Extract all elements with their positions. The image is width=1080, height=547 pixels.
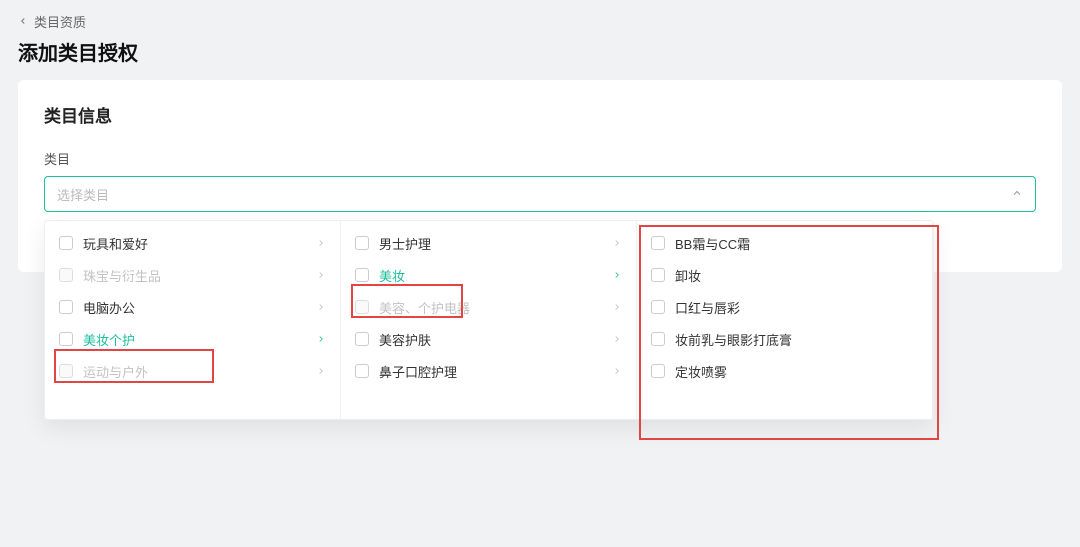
cascader-option-label: 玩具和爱好 — [83, 234, 306, 253]
cascader-option[interactable]: 口红与唇彩 — [637, 291, 932, 323]
cascader-option: 美容、个护电器 — [341, 291, 636, 323]
cascader-column-3: BB霜与CC霜卸妆口红与唇彩妆前乳与眼影打底膏定妆喷雾 — [637, 221, 933, 419]
cascader-option[interactable]: 鼻子口腔护理 — [341, 355, 636, 387]
category-select-input[interactable]: 选择类目 — [44, 176, 1036, 212]
cascader-option-label: 男士护理 — [379, 234, 602, 253]
chevron-up-icon — [1011, 187, 1023, 202]
checkbox-icon — [355, 364, 369, 378]
breadcrumb[interactable]: 类目资质 — [0, 0, 1080, 35]
cascader-option[interactable]: 玩具和爱好 — [45, 227, 340, 259]
chevron-right-icon — [316, 270, 326, 280]
chevron-right-icon — [316, 366, 326, 376]
cascader-option-label: 电脑办公 — [83, 298, 306, 317]
breadcrumb-parent: 类目资质 — [34, 12, 86, 31]
checkbox-icon — [651, 364, 665, 378]
chevron-right-icon — [316, 238, 326, 248]
cascader-option[interactable]: BB霜与CC霜 — [637, 227, 932, 259]
cascader-option-label: 卸妆 — [675, 266, 918, 285]
cascader-option[interactable]: 定妆喷雾 — [637, 355, 932, 387]
category-select-placeholder: 选择类目 — [57, 185, 109, 204]
cascader-option-label: 定妆喷雾 — [675, 362, 918, 381]
checkbox-icon — [59, 332, 73, 346]
cascader-option-label: 妆前乳与眼影打底膏 — [675, 330, 918, 349]
cascader-column-2: 男士护理美妆美容、个护电器美容护肤鼻子口腔护理 — [341, 221, 637, 419]
cascader-option-label: 美妆个护 — [83, 330, 306, 349]
checkbox-icon — [59, 268, 73, 282]
chevron-right-icon — [612, 270, 622, 280]
chevron-right-icon — [612, 366, 622, 376]
checkbox-icon — [59, 364, 73, 378]
checkbox-icon — [355, 300, 369, 314]
cascader-option-label: 美容、个护电器 — [379, 298, 602, 317]
cascader-option: 珠宝与衍生品 — [45, 259, 340, 291]
chevron-right-icon — [612, 238, 622, 248]
cascader-option[interactable]: 男士护理 — [341, 227, 636, 259]
cascader-option[interactable]: 妆前乳与眼影打底膏 — [637, 323, 932, 355]
checkbox-icon — [355, 332, 369, 346]
cascader-option[interactable]: 美妆个护 — [45, 323, 340, 355]
cascader-option-label: 口红与唇彩 — [675, 298, 918, 317]
checkbox-icon — [651, 332, 665, 346]
chevron-right-icon — [612, 302, 622, 312]
page-title: 添加类目授权 — [0, 35, 1080, 80]
chevron-right-icon — [316, 334, 326, 344]
category-cascader-dropdown: 玩具和爱好珠宝与衍生品电脑办公美妆个护运动与户外 男士护理美妆美容、个护电器美容… — [44, 220, 934, 420]
cascader-option-label: 美妆 — [379, 266, 602, 285]
cascader-option-label: 鼻子口腔护理 — [379, 362, 602, 381]
checkbox-icon — [651, 300, 665, 314]
chevron-left-icon — [18, 14, 28, 29]
checkbox-icon — [59, 300, 73, 314]
cascader-option-label: 美容护肤 — [379, 330, 602, 349]
cascader-option[interactable]: 美容护肤 — [341, 323, 636, 355]
cascader-option[interactable]: 美妆 — [341, 259, 636, 291]
checkbox-icon — [651, 236, 665, 250]
category-field-label: 类目 — [44, 149, 1036, 168]
checkbox-icon — [355, 236, 369, 250]
checkbox-icon — [355, 268, 369, 282]
section-title: 类目信息 — [44, 102, 1036, 127]
checkbox-icon — [59, 236, 73, 250]
cascader-option-label: 运动与户外 — [83, 362, 306, 381]
chevron-right-icon — [612, 334, 622, 344]
cascader-option-label: BB霜与CC霜 — [675, 234, 918, 253]
cascader-column-1: 玩具和爱好珠宝与衍生品电脑办公美妆个护运动与户外 — [45, 221, 341, 419]
cascader-option-label: 珠宝与衍生品 — [83, 266, 306, 285]
chevron-right-icon — [316, 302, 326, 312]
checkbox-icon — [651, 268, 665, 282]
cascader-option: 运动与户外 — [45, 355, 340, 387]
cascader-option[interactable]: 电脑办公 — [45, 291, 340, 323]
category-info-card: 类目信息 类目 选择类目 玩具和爱好珠宝与衍生品电脑办公美妆个护运动与户外 男士… — [18, 80, 1062, 272]
cascader-option[interactable]: 卸妆 — [637, 259, 932, 291]
